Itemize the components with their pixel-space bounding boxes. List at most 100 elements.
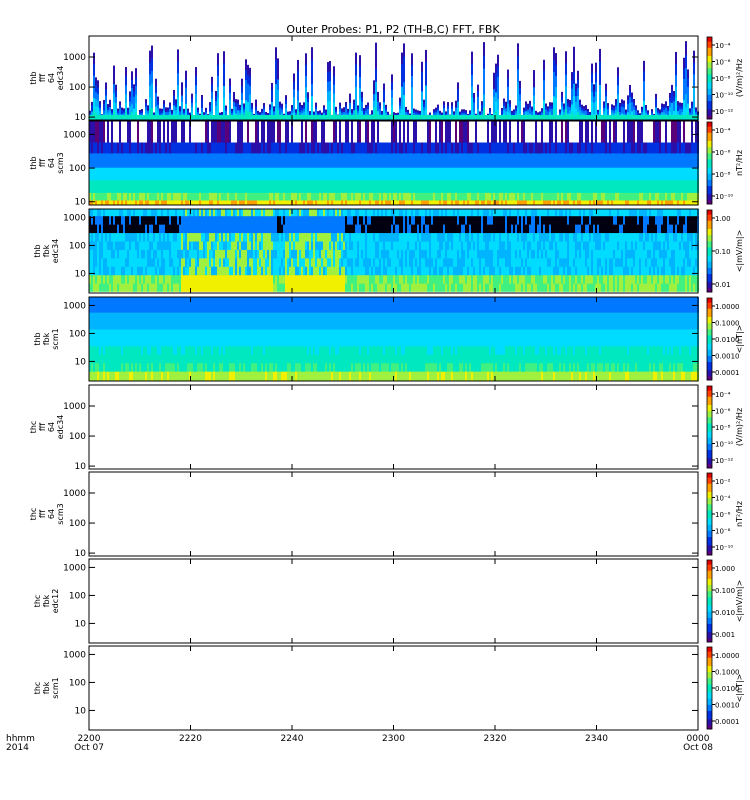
spec-cell	[349, 102, 351, 108]
spec-cell	[511, 167, 513, 181]
spec-cell	[515, 142, 517, 154]
spec-cell	[593, 121, 595, 143]
spec-cell	[483, 68, 485, 82]
spec-cell	[119, 179, 121, 193]
spec-cell	[123, 192, 125, 201]
spec-cell	[197, 142, 199, 154]
spec-cell	[339, 152, 341, 168]
spec-cell	[377, 152, 379, 168]
spec-cell	[121, 224, 123, 234]
spec-cell	[151, 274, 153, 284]
spec-cell	[613, 152, 615, 168]
spec-cell	[519, 80, 521, 88]
spec-cell	[665, 104, 667, 109]
spec-cell	[181, 115, 183, 119]
spec-cell	[289, 115, 291, 119]
spec-cell	[473, 192, 475, 201]
spec-cell	[555, 167, 557, 181]
spec-cell	[577, 142, 579, 154]
spec-cell	[631, 115, 633, 119]
spec-cell	[161, 240, 163, 250]
spec-cell	[503, 152, 505, 168]
spec-cell	[561, 121, 563, 143]
spec-cell	[177, 167, 179, 181]
spec-cell	[603, 101, 605, 106]
spec-cell	[631, 101, 633, 107]
spec-cell	[623, 167, 625, 181]
spec-cell	[685, 54, 687, 68]
spec-cell	[101, 266, 103, 276]
spec-cell	[695, 192, 697, 201]
spec-cell	[623, 110, 625, 115]
spec-cell	[519, 152, 521, 168]
spec-cell	[559, 115, 561, 119]
spec-cell	[133, 115, 135, 119]
spec-cell	[269, 142, 271, 154]
spec-cell	[99, 152, 101, 168]
spec-cell	[613, 121, 615, 143]
spec-cell	[393, 179, 395, 193]
spec-cell	[135, 167, 137, 181]
spec-cell	[587, 167, 589, 181]
spec-cell	[371, 192, 373, 201]
spec-cell	[249, 85, 251, 95]
spec-cell	[525, 142, 527, 154]
spec-cell	[529, 152, 531, 168]
spec-cell	[569, 106, 571, 111]
spec-cell	[331, 192, 333, 201]
spec-cell	[325, 115, 327, 119]
spec-cell	[173, 142, 175, 154]
spec-cell	[491, 167, 493, 181]
spec-cell	[641, 192, 643, 201]
spec-cell	[279, 110, 281, 115]
spec-cell	[303, 108, 305, 112]
spec-cell	[529, 100, 531, 105]
spec-cell	[119, 167, 121, 181]
spec-cell	[95, 91, 97, 100]
spec-cell	[177, 240, 179, 250]
spec-cell	[283, 167, 285, 181]
spec-cell	[533, 192, 535, 201]
spec-cell	[377, 115, 379, 119]
spec-cell	[685, 192, 687, 201]
spec-cell	[355, 142, 357, 154]
spec-cell	[269, 115, 271, 119]
spec-cell	[571, 115, 573, 119]
spec-cell	[211, 84, 213, 92]
spec-cell	[651, 142, 653, 154]
spec-cell	[155, 274, 157, 284]
spec-cell	[521, 167, 523, 181]
spec-cell	[675, 152, 677, 168]
spec-cell	[465, 115, 467, 119]
spec-cell	[665, 152, 667, 168]
spec-cell	[429, 179, 431, 193]
spec-cell	[367, 179, 369, 193]
spec-cell	[169, 115, 171, 119]
spec-cell	[169, 167, 171, 181]
spec-cell	[119, 257, 121, 267]
spec-cell	[557, 167, 559, 181]
spec-cell	[567, 102, 569, 107]
spec-cell	[345, 110, 347, 115]
spec-cell	[201, 274, 203, 284]
spec-cell	[547, 192, 549, 201]
spec-cell	[121, 167, 123, 181]
spec-cell	[105, 179, 107, 193]
spec-cell	[113, 192, 115, 201]
spec-cell	[481, 142, 483, 154]
spec-cell	[153, 215, 155, 225]
spec-cell	[687, 86, 689, 96]
spec-cell	[569, 103, 571, 108]
spec-cell	[669, 179, 671, 193]
spec-cell	[329, 167, 331, 181]
spec-cell	[229, 85, 231, 93]
spec-cell	[497, 152, 499, 168]
spec-cell	[447, 111, 449, 115]
spec-cell	[619, 121, 621, 143]
spec-cell	[369, 179, 371, 193]
spec-cell	[147, 266, 149, 276]
spec-cell	[675, 179, 677, 193]
spec-cell	[437, 142, 439, 154]
spec-cell	[381, 192, 383, 201]
spec-cell	[203, 224, 205, 234]
